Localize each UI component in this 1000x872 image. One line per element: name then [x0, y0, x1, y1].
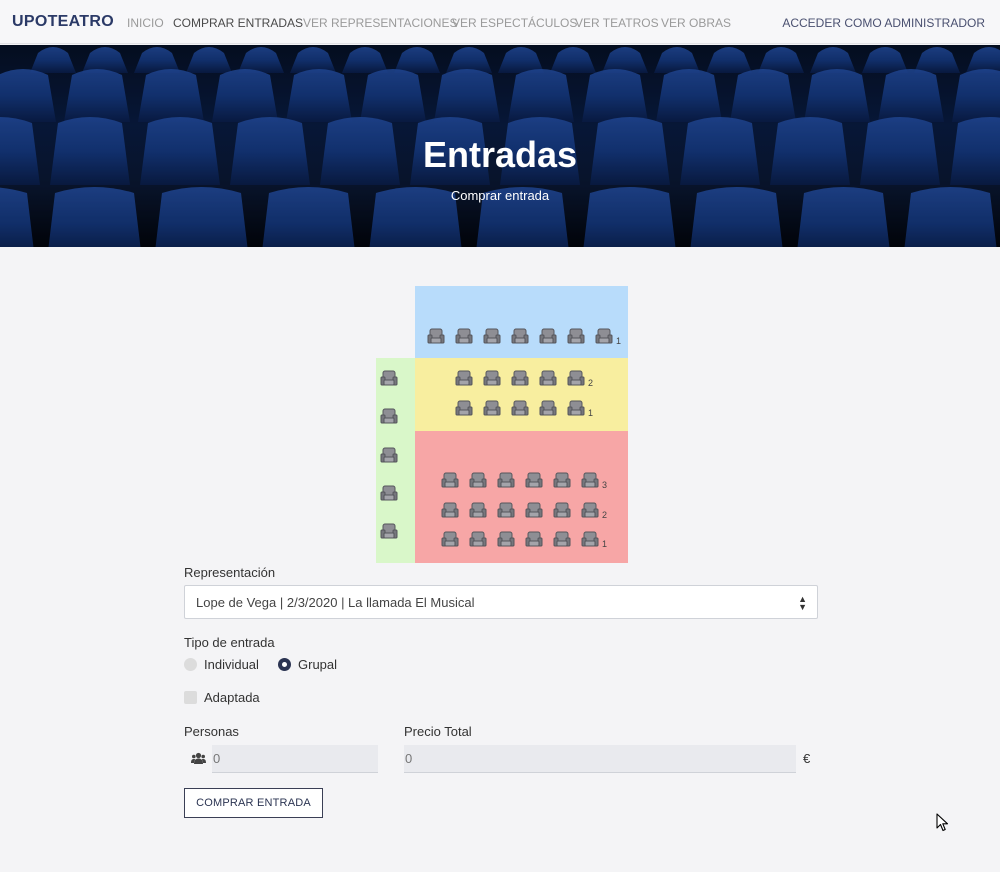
- seat-icon[interactable]: [567, 369, 585, 387]
- row-number-label: 1: [602, 539, 608, 549]
- row-number-label: 2: [588, 378, 594, 388]
- seat-icon[interactable]: [595, 327, 613, 345]
- comprar-entrada-button[interactable]: COMPRAR ENTRADA: [184, 788, 323, 818]
- nav-ver-teatros[interactable]: VER TEATROS: [575, 16, 659, 30]
- precio-total-label: Precio Total: [404, 724, 472, 739]
- nav-ver-representaciones[interactable]: VER REPRESENTACIONES: [303, 16, 457, 30]
- currency-symbol: €: [803, 751, 811, 766]
- hero-banner: Entradas Comprar entrada: [0, 45, 1000, 247]
- seat-icon[interactable]: [511, 369, 529, 387]
- seat-icon[interactable]: [567, 399, 585, 417]
- seat-icon[interactable]: [581, 530, 599, 548]
- seat-icon[interactable]: [483, 399, 501, 417]
- nav-inicio[interactable]: INICIO: [127, 16, 164, 30]
- row-number-label: 2: [602, 510, 608, 520]
- nav-ver-obras[interactable]: VER OBRAS: [661, 16, 731, 30]
- row-number-label: 1: [616, 336, 622, 346]
- top-navbar: UPOTEATRO INICIO COMPRAR ENTRADAS VER RE…: [0, 0, 1000, 44]
- seat-icon[interactable]: [469, 471, 487, 489]
- seat-icon[interactable]: [525, 530, 543, 548]
- seat-icon[interactable]: [380, 369, 398, 387]
- seat-icon[interactable]: [441, 530, 459, 548]
- sort-icon: ▲ ▼: [798, 594, 807, 612]
- nav-comprar-entradas[interactable]: COMPRAR ENTRADAS: [173, 16, 303, 30]
- seat-icon[interactable]: [497, 530, 515, 548]
- seat-icon[interactable]: [553, 530, 571, 548]
- zone-blue: [415, 286, 628, 358]
- seat-icon[interactable]: [483, 369, 501, 387]
- personas-label: Personas: [184, 724, 239, 739]
- seat-icon[interactable]: [427, 327, 445, 345]
- seat-icon[interactable]: [581, 501, 599, 519]
- seat-icon[interactable]: [380, 484, 398, 502]
- nav-ver-espectaculos[interactable]: VER ESPECTÁCULOS: [452, 16, 577, 30]
- seat-icon[interactable]: [525, 471, 543, 489]
- representacion-label: Representación: [184, 565, 276, 580]
- seat-icon[interactable]: [581, 471, 599, 489]
- tipo-entrada-label: Tipo de entrada: [184, 635, 275, 650]
- representacion-value: Lope de Vega | 2/3/2020 | La llamada El …: [196, 595, 475, 610]
- seat-icon[interactable]: [469, 501, 487, 519]
- seat-icon[interactable]: [380, 407, 398, 425]
- precio-total-input: [404, 745, 796, 773]
- nav-admin-login[interactable]: ACCEDER COMO ADMINISTRADOR: [782, 16, 985, 30]
- seat-icon[interactable]: [539, 369, 557, 387]
- seat-icon[interactable]: [441, 471, 459, 489]
- adaptada-label[interactable]: Adaptada: [204, 690, 260, 705]
- row-number-label: 1: [588, 408, 594, 418]
- representacion-select[interactable]: Lope de Vega | 2/3/2020 | La llamada El …: [184, 585, 818, 619]
- row-number-label: 3: [602, 480, 608, 490]
- seat-icon[interactable]: [380, 446, 398, 464]
- seat-icon[interactable]: [483, 327, 501, 345]
- seat-icon[interactable]: [455, 327, 473, 345]
- radio-grupal-label[interactable]: Grupal: [298, 657, 337, 672]
- seat-icon[interactable]: [441, 501, 459, 519]
- seat-icon[interactable]: [553, 471, 571, 489]
- mouse-pointer-icon: [936, 813, 950, 838]
- seat-icon[interactable]: [525, 501, 543, 519]
- seat-icon[interactable]: [553, 501, 571, 519]
- page-subtitle: Comprar entrada: [450, 188, 550, 203]
- seat-icon[interactable]: [469, 530, 487, 548]
- seat-icon[interactable]: [511, 399, 529, 417]
- seat-icon[interactable]: [455, 399, 473, 417]
- seat-icon[interactable]: [497, 471, 515, 489]
- users-icon: [191, 752, 206, 770]
- seat-icon[interactable]: [497, 501, 515, 519]
- seat-icon[interactable]: [380, 522, 398, 540]
- seat-icon[interactable]: [567, 327, 585, 345]
- seat-icon[interactable]: [539, 327, 557, 345]
- seat-icon[interactable]: [455, 369, 473, 387]
- radio-individual-label[interactable]: Individual: [204, 657, 259, 672]
- seat-icon[interactable]: [539, 399, 557, 417]
- brand-logo[interactable]: UPOTEATRO: [12, 13, 114, 31]
- page-title: Entradas: [422, 134, 578, 175]
- seat-icon[interactable]: [511, 327, 529, 345]
- radio-grupal[interactable]: [278, 658, 291, 671]
- radio-individual[interactable]: [184, 658, 197, 671]
- personas-input[interactable]: [212, 745, 378, 773]
- adaptada-checkbox[interactable]: [184, 691, 197, 704]
